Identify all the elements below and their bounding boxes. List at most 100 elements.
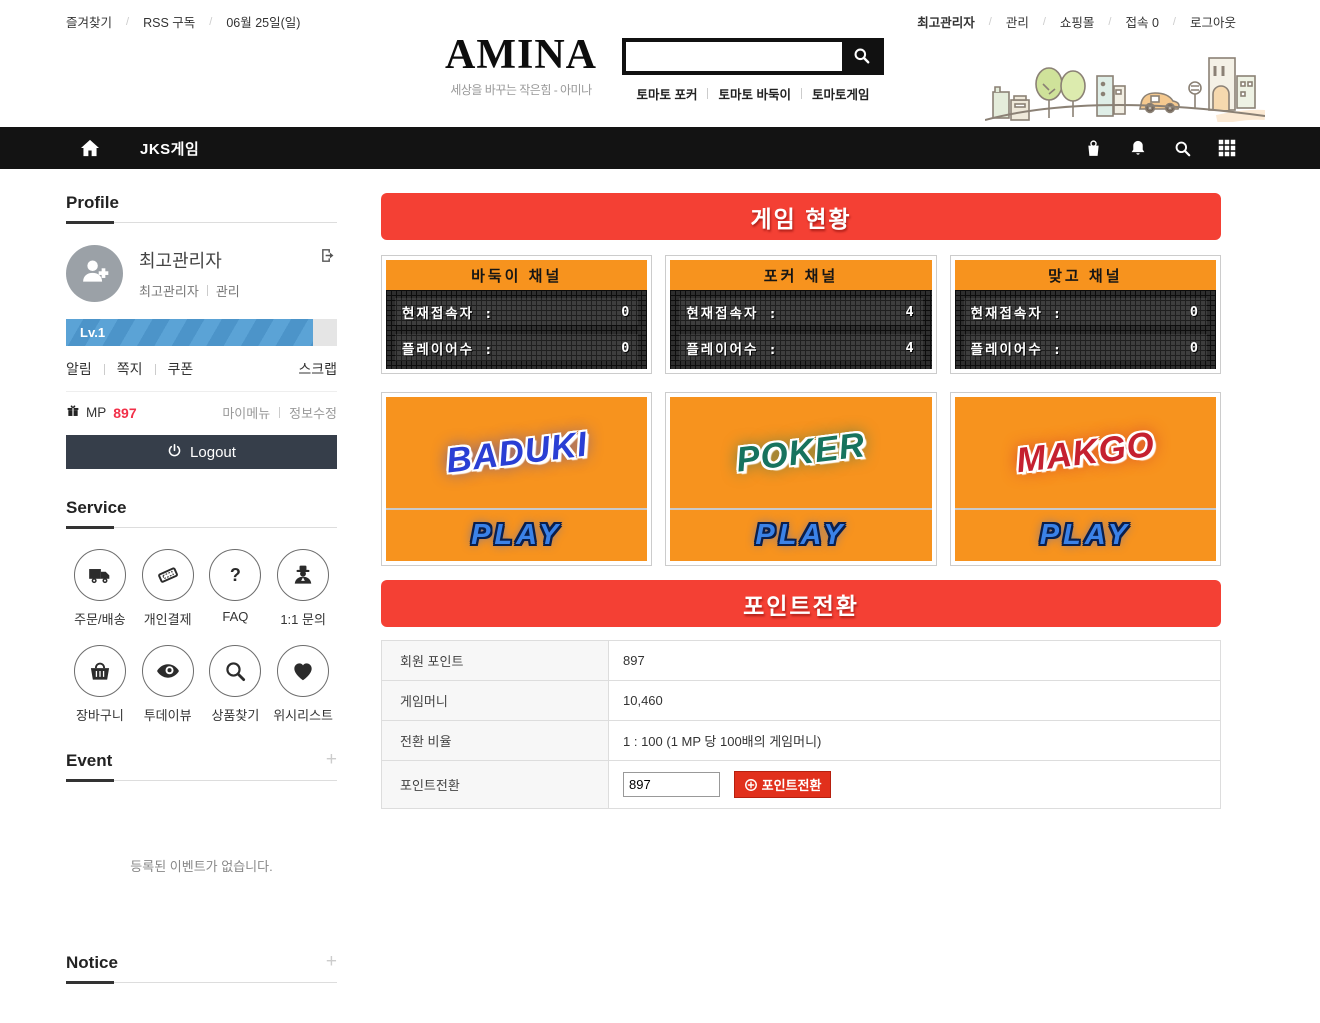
service-item-personal-payment[interactable]: 개인결제 <box>134 549 202 628</box>
channel-header: 맞고 채널 <box>955 260 1216 290</box>
favorites-link[interactable]: 즐겨찾기 <box>66 12 112 31</box>
heart-icon <box>277 645 329 697</box>
grid-menu-icon[interactable] <box>1218 139 1236 157</box>
point-exchange-button-label: 포인트전환 <box>762 775 822 794</box>
exchange-rate-value: 1 : 100 (1 MP 당 100배의 게임머니) <box>609 721 1221 761</box>
nav-menu-jks-game[interactable]: JKS게임 <box>140 138 199 159</box>
separator: / <box>989 16 992 28</box>
search-block: 토마토 포커 토마토 바둑이 토마토게임 <box>622 38 884 103</box>
service-item-wishlist[interactable]: 위시리스트 <box>269 645 337 724</box>
content: Profile 최고관리자 최고관리자 관리 <box>0 169 1320 1023</box>
game-play-area: PLAY <box>386 510 647 561</box>
point-exchange-input[interactable] <box>623 772 720 797</box>
avatar[interactable] <box>66 245 123 302</box>
page: 즐겨찾기 / RSS 구독 / 06월 25일(일) 최고관리자 / 관리 / … <box>0 0 1320 1023</box>
logout-button-label: Logout <box>190 444 236 461</box>
row-label: 회원 포인트 <box>382 641 609 681</box>
notice-expand-button[interactable]: + <box>326 953 337 971</box>
separator: / <box>1108 16 1111 28</box>
topbar-left: 즐겨찾기 / RSS 구독 / 06월 25일(일) <box>66 12 300 31</box>
profile-admin-tag[interactable]: 관리 <box>216 281 240 300</box>
mp-value: 897 <box>113 405 136 421</box>
game-logo-area[interactable]: BADUKI <box>386 397 647 510</box>
site-logo[interactable]: AMINA <box>435 33 607 77</box>
service-item-orders[interactable]: 주문/배송 <box>66 549 134 628</box>
service-grid: 주문/배송 개인결제 ? FAQ <box>66 549 337 724</box>
search-icon[interactable] <box>1173 139 1192 158</box>
point-exchange-table: 회원 포인트 897 게임머니 10,460 전환 비율 1 : 100 (1 … <box>381 640 1221 809</box>
gift-icon <box>66 404 80 421</box>
logout-link[interactable]: 로그아웃 <box>1190 12 1236 31</box>
question-glyph: ? <box>230 565 241 586</box>
service-item-faq[interactable]: ? FAQ <box>202 549 270 628</box>
divider <box>707 88 708 99</box>
game-card-baduki: BADUKI PLAY <box>381 392 652 566</box>
coupons-link[interactable]: 쿠폰 <box>168 359 194 379</box>
service-item-product-search[interactable]: 상품찾기 <box>202 645 270 724</box>
member-points-value: 897 <box>609 641 1221 681</box>
game-logo-area[interactable]: POKER <box>670 397 931 510</box>
logout-button[interactable]: Logout <box>66 435 337 469</box>
status-value: 0 <box>1190 340 1200 356</box>
tomato-game-link[interactable]: 토마토게임 <box>812 84 870 103</box>
profile-section-heading: Profile <box>66 193 337 223</box>
game-logo-area[interactable]: MAKGO <box>955 397 1216 510</box>
event-expand-button[interactable]: + <box>326 751 337 769</box>
admin-link[interactable]: 관리 <box>1006 12 1029 31</box>
site-header: AMINA 세상을 바꾸는 작은힘 - 아미나 토마토 포커 토마토 바둑이 토… <box>0 31 1320 127</box>
status-row: 현재접속자 : 0 <box>964 298 1207 325</box>
bell-icon[interactable] <box>1129 138 1147 158</box>
table-row: 전환 비율 1 : 100 (1 MP 당 100배의 게임머니) <box>382 721 1221 761</box>
my-menu-link[interactable]: 마이메뉴 <box>222 403 270 422</box>
channel-status-panel: 현재접속자 : 0 플레이어수 : 0 <box>955 290 1216 369</box>
baduki-logo: BADUKI <box>444 424 590 481</box>
service-item-label: 개인결제 <box>144 609 192 628</box>
search-button[interactable] <box>842 42 880 71</box>
navbar-icons <box>1084 138 1236 158</box>
separator: / <box>126 16 129 28</box>
main-content: 게임 현황 바둑이 채널 현재접속자 : 0 플레이어수 : 0 <box>381 193 1221 983</box>
status-label: 플레이어수 : <box>402 338 494 358</box>
service-item-label: FAQ <box>222 609 248 624</box>
scrap-link[interactable]: 스크랩 <box>298 359 337 379</box>
divider <box>279 407 280 418</box>
game-card-makgo: MAKGO PLAY <box>950 392 1221 566</box>
game-play-area: PLAY <box>955 510 1216 561</box>
power-icon <box>167 443 182 462</box>
service-item-cart[interactable]: 장바구니 <box>66 645 134 724</box>
search-input[interactable] <box>626 42 842 71</box>
status-label: 현재접속자 : <box>402 302 494 322</box>
point-exchange-banner: 포인트전환 <box>381 580 1221 627</box>
table-row: 게임머니 10,460 <box>382 681 1221 721</box>
profile-name: 최고관리자 <box>139 247 240 273</box>
edit-info-link[interactable]: 정보수정 <box>289 403 337 422</box>
point-exchange-button[interactable]: 포인트전환 <box>734 771 832 798</box>
divider <box>155 364 156 375</box>
alerts-link[interactable]: 알림 <box>66 359 92 379</box>
channel-header: 포커 채널 <box>670 260 931 290</box>
eye-icon <box>142 645 194 697</box>
service-item-today-view[interactable]: 투데이뷰 <box>134 645 202 724</box>
tomato-baduki-link[interactable]: 토마토 바둑이 <box>718 84 790 103</box>
home-icon[interactable] <box>80 139 100 157</box>
connected-count-link[interactable]: 접속 0 <box>1125 12 1158 31</box>
sign-out-icon[interactable] <box>320 247 337 269</box>
mp-label: MP <box>86 405 106 420</box>
shop-link[interactable]: 쇼핑몰 <box>1060 12 1095 31</box>
channel-card-makgo: 맞고 채널 현재접속자 : 0 플레이어수 : 0 <box>950 255 1221 374</box>
rss-link[interactable]: RSS 구독 <box>143 12 195 31</box>
game-play-area: PLAY <box>670 510 931 561</box>
current-date: 06월 25일(일) <box>226 12 300 31</box>
service-item-label: 투데이뷰 <box>144 705 192 724</box>
shopping-bag-icon[interactable] <box>1084 138 1103 158</box>
username-link[interactable]: 최고관리자 <box>917 12 975 31</box>
service-item-inquiry[interactable]: 1:1 문의 <box>269 549 337 628</box>
game-money-value: 10,460 <box>609 681 1221 721</box>
play-button[interactable]: PLAY <box>755 519 846 552</box>
play-button[interactable]: PLAY <box>471 519 562 552</box>
tomato-poker-link[interactable]: 토마토 포커 <box>637 84 698 103</box>
status-label: 현재접속자 : <box>971 302 1063 322</box>
service-item-label: 주문/배송 <box>74 609 125 628</box>
play-button[interactable]: PLAY <box>1040 519 1131 552</box>
messages-link[interactable]: 쪽지 <box>117 359 143 379</box>
